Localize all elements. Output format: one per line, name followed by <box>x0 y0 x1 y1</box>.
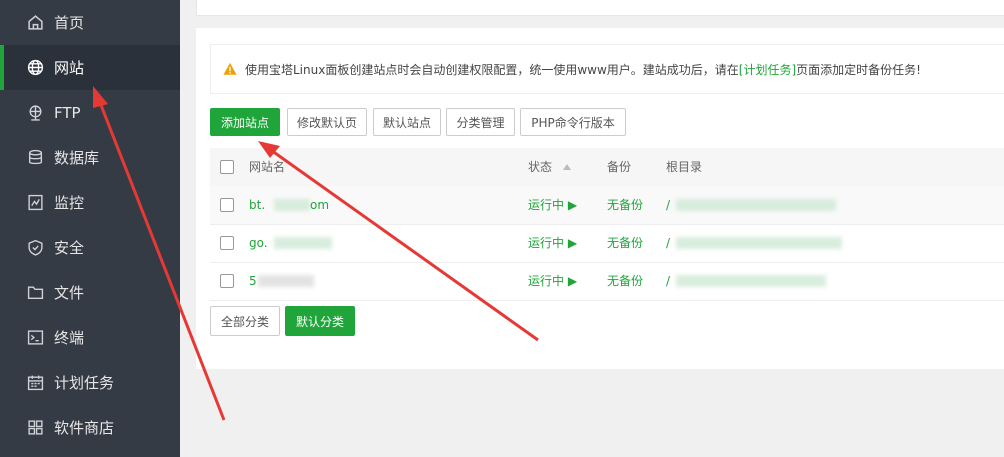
sidebar-item-cron[interactable]: 计划任务 <box>0 360 180 405</box>
redaction-blur <box>676 199 836 211</box>
site-name-link[interactable]: go. <box>249 224 268 262</box>
site-name-link[interactable]: bt. <box>249 186 265 224</box>
redaction-blur <box>258 275 314 287</box>
home-icon <box>28 15 43 30</box>
play-icon: ▶ <box>567 198 578 212</box>
ftp-icon <box>29 105 42 121</box>
col-status[interactable]: 状态 <box>528 148 572 186</box>
sidebar-item-label: 首页 <box>54 14 85 32</box>
sidebar: 首页 网站 FTP 数据库 监控 安全 文件 终端 计划任务 软件商店 <box>0 0 180 457</box>
col-name[interactable]: 网站名 <box>249 148 285 186</box>
sidebar-item-appstore[interactable]: 软件商店 <box>0 405 180 450</box>
sidebar-item-label: 文件 <box>54 284 85 302</box>
sidebar-item-label: FTP <box>54 103 81 122</box>
status-text: 运行中 <box>528 236 565 250</box>
table-header: 网站名 状态 备份 根目录 <box>210 148 1004 187</box>
default-site-button[interactable]: 默认站点 <box>373 108 441 136</box>
backup-link[interactable]: 无备份 <box>607 262 643 300</box>
redaction-blur <box>676 275 826 287</box>
category-manage-button[interactable]: 分类管理 <box>446 108 515 136</box>
site-panel: 使用宝塔Linux面板创建站点时会自动创建权限配置，统一使用www用户。建站成功… <box>196 28 1004 369</box>
add-site-button[interactable]: 添加站点 <box>210 108 280 136</box>
play-icon: ▶ <box>567 274 578 288</box>
table-row: 5 运行中 ▶ 无备份 / <box>210 262 1004 301</box>
warning-icon <box>223 62 237 75</box>
sidebar-item-label: 监控 <box>54 194 85 212</box>
backup-link[interactable]: 无备份 <box>607 186 643 224</box>
main-content: 使用宝塔Linux面板创建站点时会自动创建权限配置，统一使用www用户。建站成功… <box>180 0 1004 457</box>
shield-icon <box>28 239 43 256</box>
row-checkbox[interactable] <box>220 198 234 212</box>
edit-default-page-button[interactable]: 修改默认页 <box>287 108 367 136</box>
php-version-button[interactable]: PHP命令行版本 <box>520 108 626 136</box>
status-text: 运行中 <box>528 198 565 212</box>
root-path-link[interactable]: / <box>666 186 670 224</box>
top-panel <box>196 0 1004 16</box>
sidebar-item-files[interactable]: 文件 <box>0 270 180 315</box>
table-row: go. 运行中 ▶ 无备份 / <box>210 224 1004 263</box>
monitor-icon <box>28 194 43 211</box>
sidebar-item-monitor[interactable]: 监控 <box>0 180 180 225</box>
notice-bar: 使用宝塔Linux面板创建站点时会自动创建权限配置，统一使用www用户。建站成功… <box>210 44 1004 94</box>
site-name-link[interactable]: 5 <box>249 262 257 300</box>
sidebar-item-home[interactable]: 首页 <box>0 0 180 45</box>
sidebar-item-website[interactable]: 网站 <box>0 45 180 90</box>
sidebar-item-security[interactable]: 安全 <box>0 225 180 270</box>
globe-icon <box>27 59 44 76</box>
backup-link[interactable]: 无备份 <box>607 224 643 262</box>
calendar-icon <box>27 375 44 391</box>
redaction-blur <box>274 237 332 249</box>
table-row: bt. om 运行中 ▶ 无备份 / <box>210 186 1004 225</box>
site-name-tail: om <box>310 198 330 212</box>
category-default-button[interactable]: 默认分类 <box>285 306 355 336</box>
sidebar-item-label: 计划任务 <box>54 374 115 392</box>
notice-text-tail: 页面添加定时备份任务! <box>796 62 921 77</box>
row-checkbox[interactable] <box>220 274 234 288</box>
status-text: 运行中 <box>528 274 565 288</box>
cron-link[interactable]: [计划任务] <box>739 61 796 78</box>
sidebar-item-label: 终端 <box>54 329 85 347</box>
category-all-button[interactable]: 全部分类 <box>210 306 280 336</box>
play-icon: ▶ <box>567 236 578 250</box>
select-all-checkbox[interactable] <box>220 160 234 174</box>
root-path-link[interactable]: / <box>666 224 670 262</box>
folder-icon <box>27 286 44 300</box>
sort-up-icon <box>562 164 571 170</box>
col-status-label: 状态 <box>528 160 553 174</box>
col-root: 根目录 <box>666 160 703 174</box>
row-checkbox[interactable] <box>220 236 234 250</box>
sidebar-item-terminal[interactable]: 终端 <box>0 315 180 360</box>
notice-text: 使用宝塔Linux面板创建站点时会自动创建权限配置，统一使用www用户。建站成功… <box>245 62 739 77</box>
terminal-icon <box>27 330 44 345</box>
root-path-link[interactable]: / <box>666 262 670 300</box>
status-running[interactable]: 运行中 ▶ <box>528 186 577 224</box>
status-running[interactable]: 运行中 ▶ <box>528 262 577 300</box>
sidebar-item-label: 网站 <box>54 59 85 77</box>
status-running[interactable]: 运行中 ▶ <box>528 224 577 262</box>
redaction-blur <box>676 237 842 249</box>
redaction-blur <box>274 199 310 211</box>
sidebar-item-database[interactable]: 数据库 <box>0 135 180 180</box>
database-icon <box>28 149 43 165</box>
col-backup: 备份 <box>607 160 632 174</box>
sidebar-item-ftp[interactable]: FTP <box>0 90 180 135</box>
apps-icon <box>28 420 43 435</box>
sidebar-item-label: 软件商店 <box>54 419 115 437</box>
sidebar-item-label: 数据库 <box>54 149 100 167</box>
sidebar-item-label: 安全 <box>54 239 85 257</box>
